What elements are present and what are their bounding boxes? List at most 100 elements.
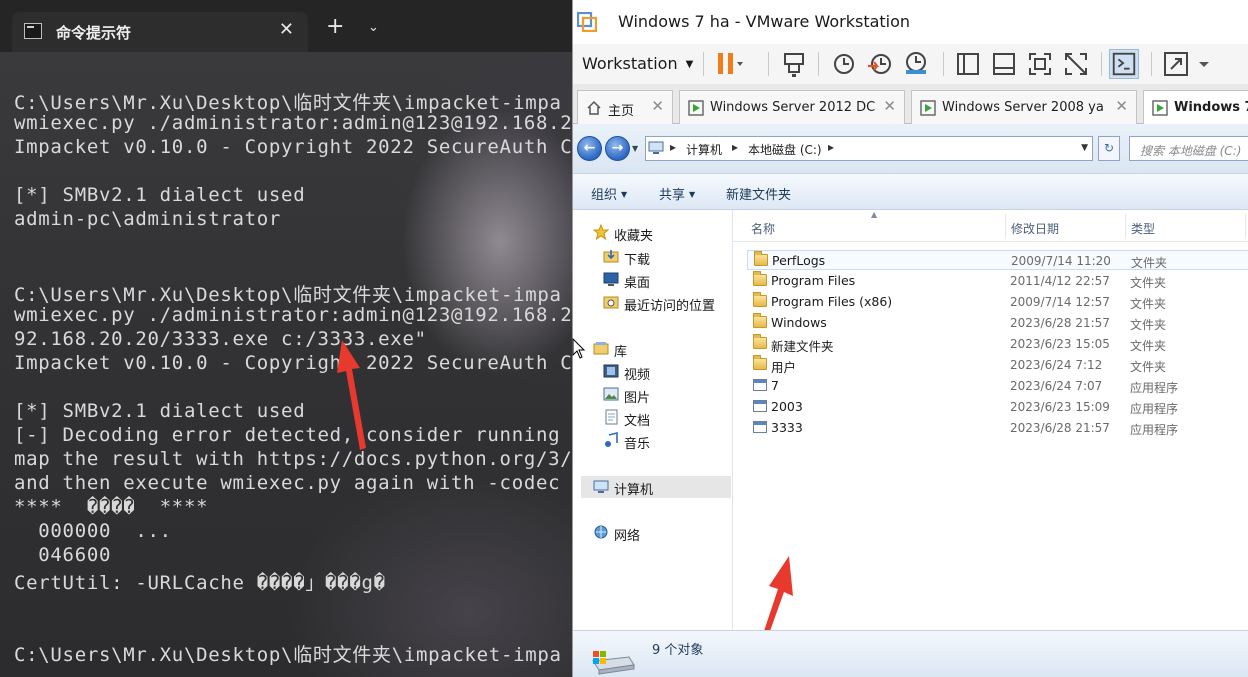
- nav-music[interactable]: 音乐: [624, 433, 650, 452]
- column-date[interactable]: 修改日期: [1011, 220, 1059, 237]
- terminal-line: CertUtil: -URLCache ����」���g�: [14, 572, 386, 594]
- file-list: 名称 ▲ 修改日期 类型 PerfLogs 2009/7/14 11:20 文件夹 P…: [733, 210, 1248, 677]
- file-row[interactable]: 用户 2023/6/24 7:12 文件夹: [747, 355, 1248, 375]
- nav-pictures[interactable]: 图片: [624, 387, 650, 406]
- toolbar-divider: [818, 52, 819, 76]
- file-date: 2023/6/23 15:09: [1010, 400, 1110, 414]
- terminal-line: admin-pc\administrator: [14, 208, 282, 230]
- nav-network[interactable]: 网络: [614, 525, 640, 544]
- tab-home[interactable]: 主页 ✕: [577, 90, 673, 124]
- history-caret-icon[interactable]: ▼: [632, 144, 638, 153]
- workstation-menu[interactable]: Workstation ▼: [582, 50, 693, 78]
- close-tab-icon[interactable]: ✕: [279, 19, 294, 40]
- pause-icon[interactable]: [713, 49, 743, 79]
- file-row[interactable]: 2003 2023/6/23 15:09 应用程序: [747, 397, 1248, 417]
- toolbar-divider: [768, 52, 769, 76]
- file-date: 2011/4/12 22:57: [1010, 274, 1110, 288]
- refresh-icon[interactable]: ↻: [1098, 136, 1120, 161]
- column-divider[interactable]: [1005, 214, 1006, 238]
- documents-icon: [605, 409, 618, 425]
- file-row[interactable]: 3333 2023/6/28 21:57 应用程序: [747, 418, 1248, 438]
- column-type[interactable]: 类型: [1131, 220, 1155, 237]
- file-date: 2009/7/14 11:20: [1011, 254, 1111, 268]
- videos-icon: [603, 364, 619, 378]
- explorer-window: ← → ▼ ▸ 计算机 ▸ 本地磁盘 (C:) ▸ ▼ ↻ 搜索 本地磁盘 (C…: [573, 124, 1248, 677]
- snapshot-icon[interactable]: [829, 49, 859, 79]
- nav-videos[interactable]: 视频: [624, 364, 650, 383]
- file-type: 文件夹: [1130, 360, 1167, 374]
- file-row[interactable]: 新建文件夹 2023/6/23 15:05 文件夹: [747, 334, 1248, 354]
- sidebar-toggle-icon[interactable]: [953, 49, 983, 79]
- terminal-line: Impacket v0.10.0 - Copyright 2022 Secure…: [14, 352, 572, 374]
- terminal-tab-title: 命令提示符: [56, 24, 132, 42]
- snapshot-manager-icon[interactable]: [901, 49, 931, 79]
- nav-favorites[interactable]: 收藏夹: [614, 225, 653, 244]
- vm-tab-bar: 主页 ✕ Windows Server 2012 DC ✕ Windows Se…: [573, 84, 1248, 124]
- nav-documents[interactable]: 文档: [624, 410, 650, 429]
- mouse-cursor-icon: [572, 338, 586, 359]
- search-input[interactable]: 搜索 本地磁盘 (C:): [1129, 136, 1248, 161]
- stretch-icon[interactable]: [1161, 49, 1191, 79]
- send-keys-icon[interactable]: [779, 49, 809, 79]
- file-type: 文件夹: [1130, 276, 1167, 290]
- libraries-icon: [593, 342, 609, 355]
- vm-running-icon: [688, 100, 704, 116]
- toolbar-divider: [703, 52, 704, 76]
- file-type: 文件夹: [1131, 256, 1168, 270]
- address-dropdown-icon[interactable]: ▼: [1081, 143, 1088, 153]
- nav-computer[interactable]: 计算机: [614, 479, 653, 498]
- nav-desktop[interactable]: 桌面: [624, 272, 650, 291]
- chevron-down-icon[interactable]: [1191, 49, 1221, 79]
- file-date: 2023/6/24 7:07: [1010, 379, 1103, 393]
- column-divider[interactable]: [1245, 214, 1246, 238]
- tab-vm-win7[interactable]: Windows 7 h: [1143, 90, 1248, 124]
- vmware-titlebar: Windows 7 ha - VMware Workstation: [573, 0, 1248, 44]
- file-row[interactable]: Program Files (x86) 2009/7/14 12:57 文件夹: [747, 292, 1248, 312]
- file-row[interactable]: 7 2023/6/24 7:07 应用程序: [747, 376, 1248, 396]
- close-icon[interactable]: ✕: [883, 97, 896, 115]
- column-name[interactable]: 名称: [751, 220, 775, 237]
- tab-vm-2012-dc[interactable]: Windows Server 2012 DC ✕: [679, 90, 905, 124]
- breadcrumb-item[interactable]: 本地磁盘 (C:): [748, 141, 822, 158]
- breadcrumb-item[interactable]: 计算机: [686, 141, 722, 158]
- share-menu[interactable]: 共享 ▼: [659, 184, 695, 203]
- close-icon[interactable]: ✕: [1115, 97, 1128, 115]
- new-tab-icon[interactable]: +: [326, 16, 344, 38]
- column-divider[interactable]: [1125, 214, 1126, 238]
- chevron-down-icon[interactable]: ⌄: [368, 20, 379, 35]
- toolbar-divider: [943, 52, 944, 76]
- unity-icon[interactable]: [1061, 49, 1091, 79]
- folder-icon: [753, 292, 767, 307]
- organize-menu-label: 组织: [591, 188, 618, 203]
- terminal-tab[interactable]: 命令提示符 ✕: [12, 12, 308, 52]
- folder-icon: [753, 271, 767, 286]
- thumbnail-bar-icon[interactable]: [989, 49, 1019, 79]
- terminal-line: C:\Users\Mr.Xu\Desktop\临时文件夹\impacket-im…: [14, 92, 562, 114]
- nav-downloads[interactable]: 下载: [624, 249, 650, 268]
- address-bar[interactable]: ▸ 计算机 ▸ 本地磁盘 (C:) ▸ ▼: [645, 136, 1093, 161]
- breadcrumb-separator-icon: ▸: [732, 140, 739, 154]
- file-row[interactable]: Program Files 2011/4/12 22:57 文件夹: [747, 271, 1248, 291]
- nav-libraries[interactable]: 库: [614, 341, 627, 360]
- terminal-output[interactable]: C:\Users\Mr.Xu\Desktop\临时文件夹\impacket-im…: [0, 52, 572, 677]
- close-icon[interactable]: ✕: [651, 97, 664, 115]
- terminal-line: C:\Users\Mr.Xu\Desktop\临时文件夹\impacket-im…: [14, 284, 562, 306]
- organize-menu[interactable]: 组织 ▼: [591, 184, 627, 203]
- file-type: 应用程序: [1130, 381, 1179, 395]
- folder-icon: [753, 355, 767, 370]
- console-view-icon[interactable]: [1109, 49, 1139, 79]
- navigation-pane: 收藏夹 下载 桌面 最近访问的位置 库 视频 图片 文档 音乐 计算机 网络: [573, 210, 733, 630]
- file-date: 2009/7/14 12:57: [1010, 295, 1110, 309]
- new-folder-button[interactable]: 新建文件夹: [726, 184, 791, 203]
- file-date: 2023/6/24 7:12: [1010, 358, 1103, 372]
- file-row[interactable]: PerfLogs 2009/7/14 11:20 文件夹: [747, 250, 1248, 270]
- back-arrow-icon[interactable]: ←: [577, 136, 602, 161]
- tab-vm-2008[interactable]: Windows Server 2008 ya ✕: [911, 90, 1137, 124]
- fullscreen-icon[interactable]: [1025, 49, 1055, 79]
- file-type: 应用程序: [1130, 402, 1179, 416]
- nav-recent[interactable]: 最近访问的位置: [624, 295, 715, 314]
- revert-snapshot-icon[interactable]: [865, 49, 895, 79]
- forward-arrow-icon[interactable]: →: [605, 136, 630, 161]
- home-icon: [587, 100, 601, 115]
- file-row[interactable]: Windows 2023/6/28 21:57 文件夹: [747, 313, 1248, 333]
